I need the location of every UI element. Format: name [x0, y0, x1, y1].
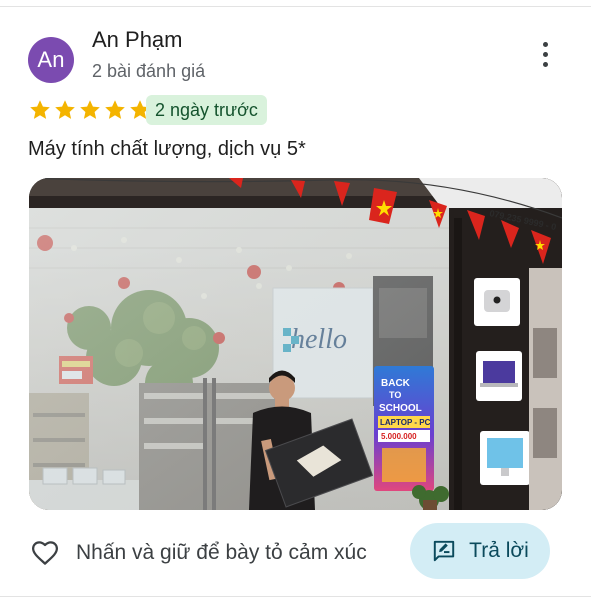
poster-line: BACK	[381, 378, 411, 389]
avatar-initials: An	[37, 47, 65, 72]
poster-line: LAPTOP - PC	[380, 418, 431, 427]
star-icon	[80, 100, 100, 119]
bottom-divider	[0, 596, 591, 597]
storefront-photo: hello BACK TO SCHOOL LAPTOP - PC 5.000.0…	[29, 178, 562, 510]
reply-message-icon	[433, 540, 455, 562]
review-date-badge: 2 ngày trước	[146, 95, 267, 125]
more-vertical-icon[interactable]	[530, 37, 560, 71]
star-icon	[30, 100, 50, 119]
react-label[interactable]: Nhấn và giữ để bày tỏ cảm xúc	[76, 541, 367, 565]
star-icon	[55, 100, 75, 119]
star-rating	[28, 98, 152, 122]
reply-button[interactable]: Trả lời	[410, 523, 550, 579]
poster-line: SCHOOL	[379, 403, 422, 414]
more-dot	[542, 51, 548, 57]
react-action[interactable]: Nhấn và giữ để bày tỏ cảm xúc	[30, 538, 367, 568]
heart-outline-icon[interactable]	[30, 538, 60, 568]
star-icon	[105, 100, 125, 119]
reply-label: Trả lời	[469, 539, 529, 562]
poster-line: TO	[389, 390, 401, 400]
author-name[interactable]: An Phạm	[92, 27, 183, 53]
more-dot	[542, 61, 548, 67]
more-dot	[542, 41, 548, 47]
review-photo[interactable]: hello BACK TO SCHOOL LAPTOP - PC 5.000.0…	[29, 178, 562, 510]
poster-line: 5.000.000	[381, 432, 417, 441]
review-text: Máy tính chất lượng, dịch vụ 5*	[28, 138, 306, 160]
author-review-count: 2 bài đánh giá	[92, 61, 206, 81]
avatar[interactable]: An	[28, 37, 74, 83]
review-card: An An Phạm 2 bài đánh giá 2 ngày trước M…	[0, 7, 591, 596]
